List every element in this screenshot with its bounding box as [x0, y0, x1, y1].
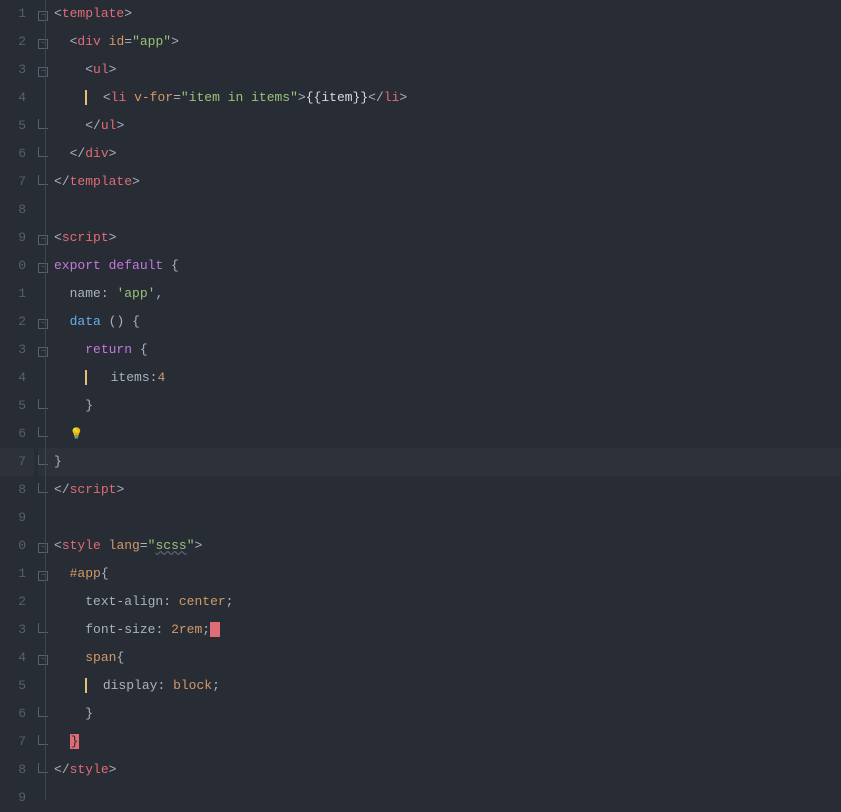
fold-toggle-icon[interactable] — [38, 319, 48, 329]
code-line[interactable]: <div id="app"> — [54, 28, 841, 56]
fold-toggle-icon[interactable] — [38, 543, 48, 553]
code-line[interactable] — [54, 784, 841, 812]
line-number: 1 — [0, 560, 34, 588]
code-line[interactable]: display: block; — [54, 672, 841, 700]
code-line[interactable]: <script> — [54, 224, 841, 252]
line-number: 6 — [0, 420, 34, 448]
line-number: 1 — [0, 0, 34, 28]
code-line[interactable]: } — [54, 392, 841, 420]
fold-end-icon — [38, 119, 48, 129]
fold-toggle-icon[interactable] — [38, 347, 48, 357]
code-line[interactable]: name: 'app', — [54, 280, 841, 308]
line-number: 6 — [0, 700, 34, 728]
line-number-gutter: 1 2 3 4 5 6 7 8 9 0 1 2 3 4 5 6 7 8 9 0 … — [0, 0, 38, 800]
fold-toggle-icon[interactable] — [38, 67, 48, 77]
code-line[interactable]: <template> — [54, 0, 841, 28]
code-line[interactable]: } — [54, 728, 841, 756]
code-line[interactable]: data () { — [54, 308, 841, 336]
fold-end-icon — [38, 623, 48, 633]
line-number: 0 — [0, 532, 34, 560]
fold-guide-line — [45, 0, 46, 800]
fold-toggle-icon[interactable] — [38, 263, 48, 273]
line-number: 9 — [0, 504, 34, 532]
fold-toggle-icon[interactable] — [38, 235, 48, 245]
fold-column[interactable] — [38, 0, 54, 800]
code-line[interactable]: return { — [54, 336, 841, 364]
line-number: 2 — [0, 588, 34, 616]
code-line[interactable]: </script> — [54, 476, 841, 504]
fold-end-icon — [38, 455, 48, 465]
fold-end-icon — [38, 399, 48, 409]
line-number: 1 — [0, 280, 34, 308]
line-number: 3 — [0, 616, 34, 644]
code-line[interactable] — [54, 196, 841, 224]
fold-toggle-icon[interactable] — [38, 39, 48, 49]
line-number: 6 — [0, 140, 34, 168]
code-line[interactable]: text-align: center; — [54, 588, 841, 616]
code-line[interactable]: #app{ — [54, 560, 841, 588]
line-number: 4 — [0, 644, 34, 672]
code-line[interactable]: font-size: 2rem; — [54, 616, 841, 644]
code-line[interactable]: </template> — [54, 168, 841, 196]
line-number: 0 — [0, 252, 34, 280]
line-number: 5 — [0, 672, 34, 700]
code-line[interactable]: </ul> — [54, 112, 841, 140]
code-line[interactable]: items:4 — [54, 364, 841, 392]
error-marker-icon: } — [70, 734, 80, 749]
fold-toggle-icon[interactable] — [38, 571, 48, 581]
code-area[interactable]: <template> <div id="app"> <ul> <li v-for… — [54, 0, 841, 800]
line-number: 2 — [0, 308, 34, 336]
code-line[interactable]: } — [54, 700, 841, 728]
fold-end-icon — [38, 427, 48, 437]
code-line[interactable]: } — [54, 448, 841, 476]
code-line[interactable]: <ul> — [54, 56, 841, 84]
line-number: 7 — [0, 448, 34, 476]
fold-end-icon — [38, 147, 48, 157]
code-line[interactable]: span{ — [54, 644, 841, 672]
code-line[interactable]: export default { — [54, 252, 841, 280]
code-line[interactable]: 💡 — [54, 420, 841, 448]
indent-guide-icon — [85, 90, 87, 105]
fold-toggle-icon[interactable] — [38, 11, 48, 21]
fold-end-icon — [38, 707, 48, 717]
line-number: 9 — [0, 784, 34, 812]
code-line[interactable]: </div> — [54, 140, 841, 168]
line-number: 2 — [0, 28, 34, 56]
code-line[interactable]: <style lang="scss"> — [54, 532, 841, 560]
line-number: 5 — [0, 392, 34, 420]
code-line[interactable] — [54, 504, 841, 532]
line-number: 7 — [0, 168, 34, 196]
code-line[interactable]: </style> — [54, 756, 841, 784]
fold-end-icon — [38, 735, 48, 745]
error-marker-icon — [210, 622, 220, 637]
indent-guide-icon — [85, 678, 87, 693]
indent-guide-icon — [85, 370, 87, 385]
line-number: 8 — [0, 476, 34, 504]
line-number: 3 — [0, 336, 34, 364]
line-number: 9 — [0, 224, 34, 252]
fold-end-icon — [38, 763, 48, 773]
line-number: 5 — [0, 112, 34, 140]
fold-end-icon — [38, 483, 48, 493]
line-number: 4 — [0, 84, 34, 112]
warning-underline-icon: scss — [155, 538, 186, 553]
line-number: 8 — [0, 756, 34, 784]
fold-end-icon — [38, 175, 48, 185]
line-number: 8 — [0, 196, 34, 224]
code-editor[interactable]: 1 2 3 4 5 6 7 8 9 0 1 2 3 4 5 6 7 8 9 0 … — [0, 0, 841, 800]
line-number: 3 — [0, 56, 34, 84]
code-line[interactable]: <li v-for="item in items">{{item}}</li> — [54, 84, 841, 112]
lightbulb-icon[interactable]: 💡 — [70, 429, 84, 441]
fold-toggle-icon[interactable] — [38, 655, 48, 665]
line-number: 4 — [0, 364, 34, 392]
line-number: 7 — [0, 728, 34, 756]
